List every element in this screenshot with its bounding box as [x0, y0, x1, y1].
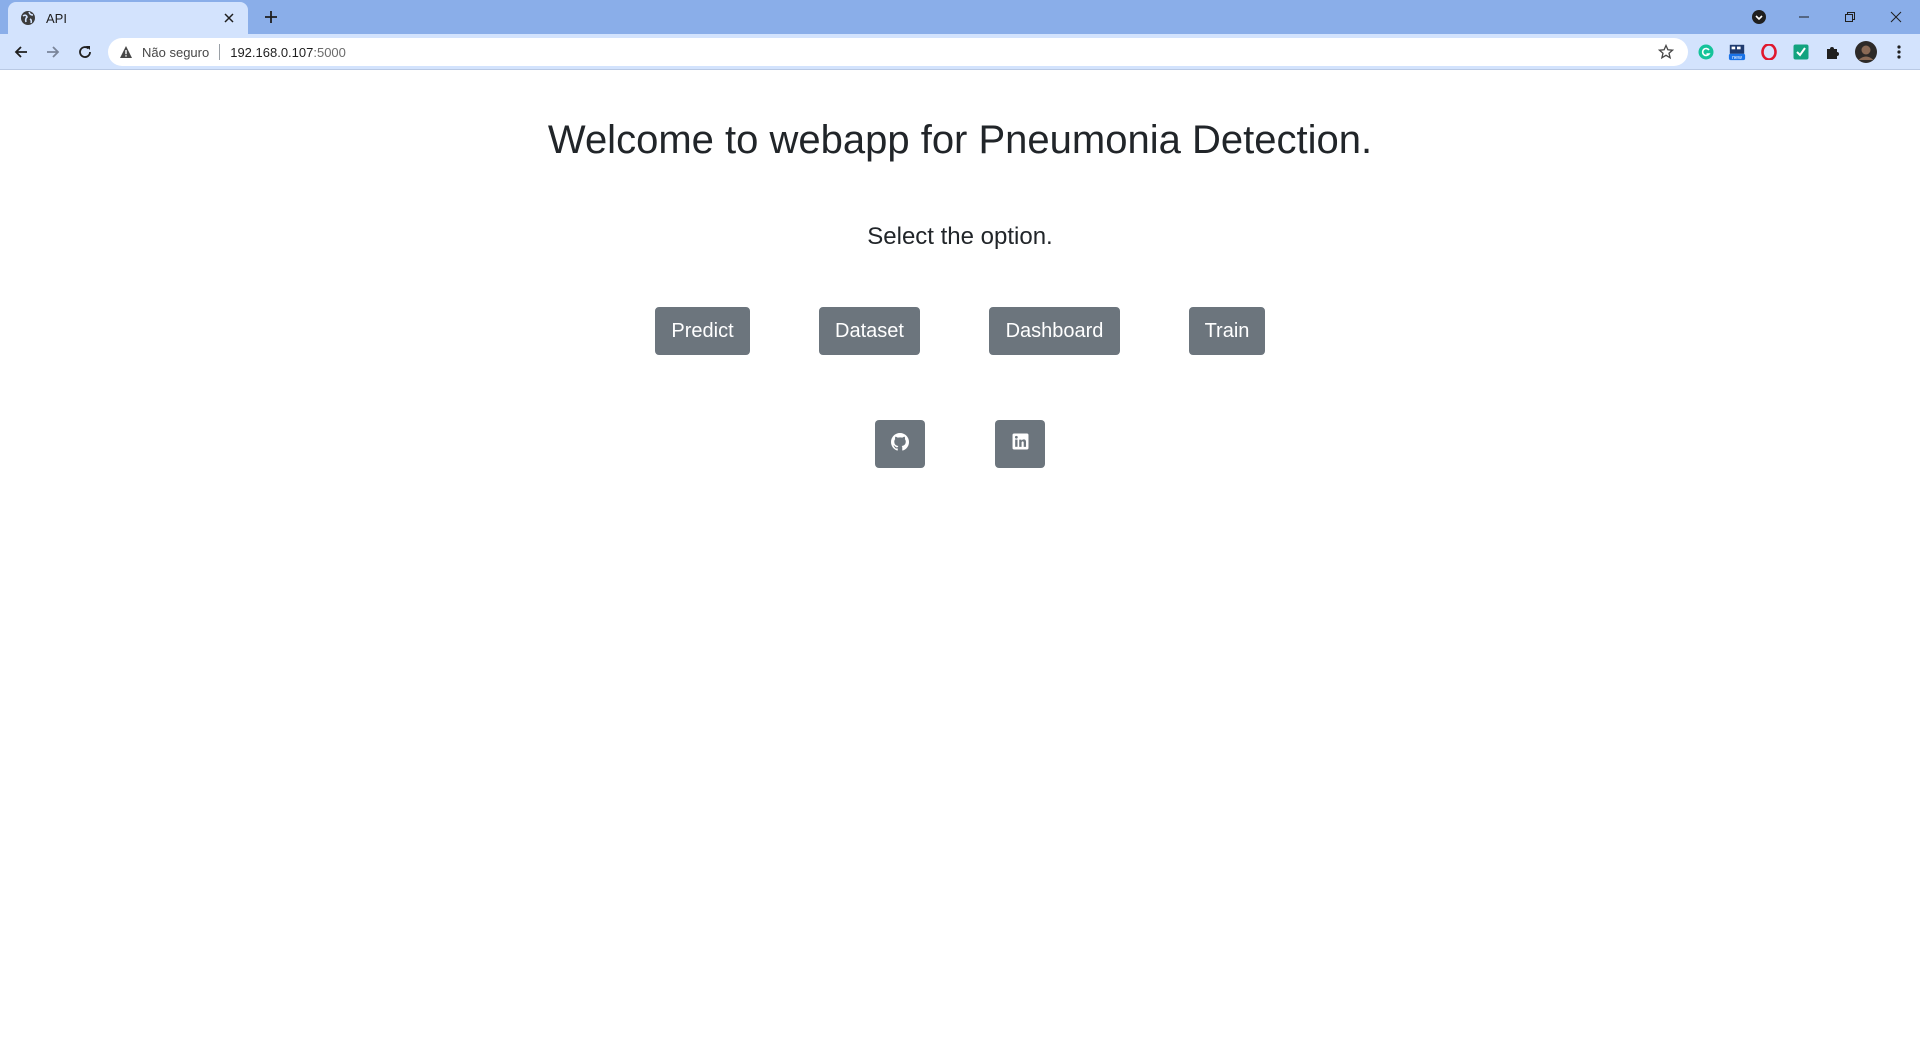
url-host[interactable]: 192.168.0.107 [230, 45, 313, 60]
restore-icon[interactable] [1827, 0, 1873, 34]
close-window-icon[interactable] [1873, 0, 1919, 34]
train-button[interactable]: Train [1189, 307, 1265, 355]
opera-extension-icon[interactable] [1760, 43, 1778, 61]
browser-tab[interactable]: API [8, 2, 248, 34]
extensions-puzzle-icon[interactable] [1824, 43, 1842, 61]
warning-icon[interactable] [118, 44, 134, 60]
browser-menu-icon[interactable] [1890, 43, 1908, 61]
predict-button[interactable]: Predict [655, 307, 750, 355]
security-status[interactable]: Não seguro [142, 45, 209, 60]
github-icon [891, 432, 909, 456]
url-port[interactable]: :5000 [313, 45, 346, 60]
profile-avatar[interactable] [1855, 41, 1877, 63]
dashboard-button[interactable]: Dashboard [989, 307, 1120, 355]
tab-strip: API [0, 0, 1920, 34]
page-title: Welcome to webapp for Pneumonia Detectio… [547, 118, 1373, 162]
linkedin-icon [1012, 433, 1029, 455]
reload-icon[interactable] [72, 39, 98, 65]
svg-text:new: new [1732, 55, 1742, 61]
minimize-icon[interactable] [1781, 0, 1827, 34]
grammarly-extension-icon[interactable] [1697, 43, 1715, 61]
tab-search-icon[interactable] [1749, 7, 1769, 27]
globe-icon [20, 10, 36, 26]
new-tab-icon[interactable] [260, 6, 282, 28]
omnibox-divider [219, 44, 221, 60]
linkedin-link-button[interactable] [995, 420, 1045, 468]
dataset-button[interactable]: Dataset [819, 307, 920, 355]
tab-title: API [46, 10, 67, 26]
check-extension-icon[interactable] [1792, 43, 1810, 61]
github-link-button[interactable] [875, 420, 925, 468]
calendar-new-extension-icon[interactable]: new [1728, 43, 1746, 61]
bookmark-star-icon[interactable] [1657, 43, 1675, 60]
close-tab-icon[interactable] [220, 9, 238, 27]
back-icon[interactable] [8, 39, 34, 65]
browser-toolbar: Não seguro 192.168.0.107:5000 new [0, 34, 1920, 70]
address-bar[interactable]: Não seguro 192.168.0.107:5000 [108, 38, 1688, 66]
page-content: Welcome to webapp for Pneumonia Detectio… [0, 70, 1920, 1040]
page-subtitle: Select the option. [867, 223, 1053, 250]
forward-icon[interactable] [40, 39, 66, 65]
